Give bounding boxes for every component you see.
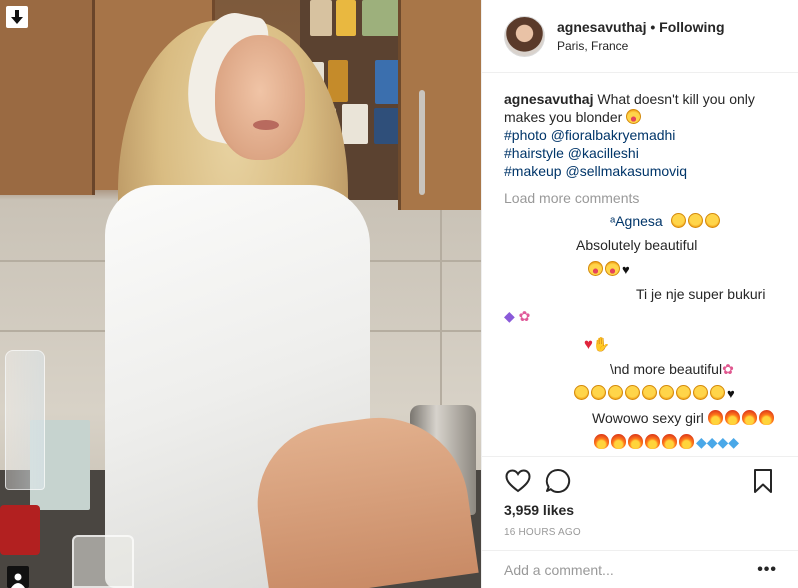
likes-count[interactable]: 3,959 likes — [504, 502, 574, 518]
comment-item: ♥ — [504, 260, 777, 279]
fire-emoji-icon — [662, 434, 677, 449]
grin-emoji-icon — [670, 213, 686, 228]
diamond-emoji-icon: ◆◆◆◆ — [696, 434, 740, 450]
following-button[interactable]: Following — [659, 19, 724, 35]
post-photo[interactable] — [0, 0, 481, 588]
fire-emoji-icon — [758, 410, 774, 425]
red-cup — [0, 505, 40, 555]
tongue-emoji-icon — [626, 109, 642, 124]
face — [215, 35, 305, 160]
comment-bubble-icon — [545, 468, 571, 493]
eye-emoji-icon: ◆ — [504, 308, 515, 324]
grin-emoji-icon — [574, 385, 589, 400]
tongue-emoji-icon — [588, 261, 603, 276]
username-link[interactable]: agnesavuthaj — [557, 19, 646, 35]
grin-emoji-icon — [693, 385, 708, 400]
tag-line[interactable]: #hairstyle @kacilleshi — [504, 144, 777, 162]
lips — [253, 120, 279, 130]
comment-item: ♥ — [504, 384, 777, 403]
comment-item: \nd more beautiful✿ — [504, 360, 777, 378]
tulip-emoji-icon: ✿ — [722, 361, 734, 377]
avatar[interactable] — [504, 15, 545, 57]
fire-emoji-icon — [707, 410, 723, 425]
save-button[interactable] — [743, 461, 783, 501]
cabinet-left — [0, 0, 95, 195]
comment-item: Wowowo sexy girl — [504, 409, 777, 427]
caption-username[interactable]: agnesavuthaj — [504, 91, 593, 107]
ok-hand-icon: ✋ — [592, 336, 611, 352]
comment-item: ◆◆◆◆ — [504, 433, 777, 451]
bookmark-icon — [754, 468, 772, 493]
action-bar — [482, 456, 798, 504]
comment-item: ᵃAgnesa — [504, 212, 777, 230]
red-heart-icon: ♥ — [584, 336, 593, 353]
download-icon[interactable] — [6, 6, 28, 28]
comment-item: Absolutely beautiful — [504, 236, 777, 254]
comment-text: Absolutely beautiful — [576, 237, 698, 253]
header-line: agnesavuthaj • Following — [557, 19, 725, 35]
grin-emoji-icon — [687, 213, 703, 228]
post-timestamp[interactable]: 16 HOURS AGO — [504, 527, 581, 538]
user-tag-icon[interactable] — [7, 566, 29, 588]
bow-emoji-icon: ✿ — [518, 308, 531, 324]
tag-line[interactable]: #makeup @sellmakasumoviq — [504, 162, 777, 180]
fire-emoji-icon — [741, 410, 757, 425]
cabinet-right — [398, 0, 481, 210]
comment-text: ᵃAgnesa — [610, 213, 663, 229]
grin-emoji-icon — [704, 213, 720, 228]
comment-item: ◆ ✿ — [504, 307, 777, 325]
grin-emoji-icon — [710, 385, 725, 400]
tag-line[interactable]: #photo @fioralbakryemadhi — [504, 126, 777, 144]
post-sidebar: agnesavuthaj • Following Paris, France a… — [481, 0, 798, 588]
black-heart-icon: ♥ — [622, 262, 630, 277]
separator-dot: • — [650, 19, 656, 35]
black-heart-icon: ♥ — [727, 386, 735, 401]
add-comment-bar: ••• — [482, 550, 798, 588]
caption: agnesavuthaj What doesn't kill you only … — [504, 90, 777, 126]
grin-emoji-icon — [625, 385, 640, 400]
comment-input[interactable] — [504, 561, 758, 578]
load-more-comments-button[interactable]: Load more comments — [504, 190, 777, 206]
fire-emoji-icon — [611, 434, 626, 449]
tongue-emoji-icon — [605, 261, 620, 276]
water-bottle — [5, 350, 45, 490]
grin-emoji-icon — [591, 385, 606, 400]
fire-emoji-icon — [645, 434, 660, 449]
comment-text: \nd more beautiful — [610, 361, 723, 377]
grin-emoji-icon — [659, 385, 674, 400]
comments-list[interactable]: agnesavuthaj What doesn't kill you only … — [482, 74, 798, 454]
comment-item: Ti je nje super bukuri — [504, 285, 777, 303]
comment-text: Ti je nje super bukuri — [636, 286, 766, 302]
grin-emoji-icon — [642, 385, 657, 400]
fire-emoji-icon — [724, 410, 740, 425]
more-options-icon[interactable]: ••• — [757, 561, 777, 579]
like-button[interactable] — [498, 461, 538, 501]
grin-emoji-icon — [676, 385, 691, 400]
heart-outline-icon — [505, 468, 531, 492]
comment-item: ♥✋ — [504, 335, 777, 354]
post-header: agnesavuthaj • Following Paris, France — [482, 0, 798, 73]
glass-jar — [72, 535, 134, 588]
comment-button[interactable] — [538, 461, 578, 501]
fire-emoji-icon — [679, 434, 694, 449]
cabinet-handle — [419, 90, 425, 195]
grin-emoji-icon — [608, 385, 623, 400]
download-arrow-icon — [11, 10, 23, 24]
person-icon — [11, 573, 25, 588]
comment-text: Wowowo sexy girl — [592, 410, 704, 426]
location-link[interactable]: Paris, France — [557, 39, 725, 53]
header-text: agnesavuthaj • Following Paris, France — [557, 19, 725, 53]
fire-emoji-icon — [628, 434, 643, 449]
fire-emoji-icon — [594, 434, 609, 449]
